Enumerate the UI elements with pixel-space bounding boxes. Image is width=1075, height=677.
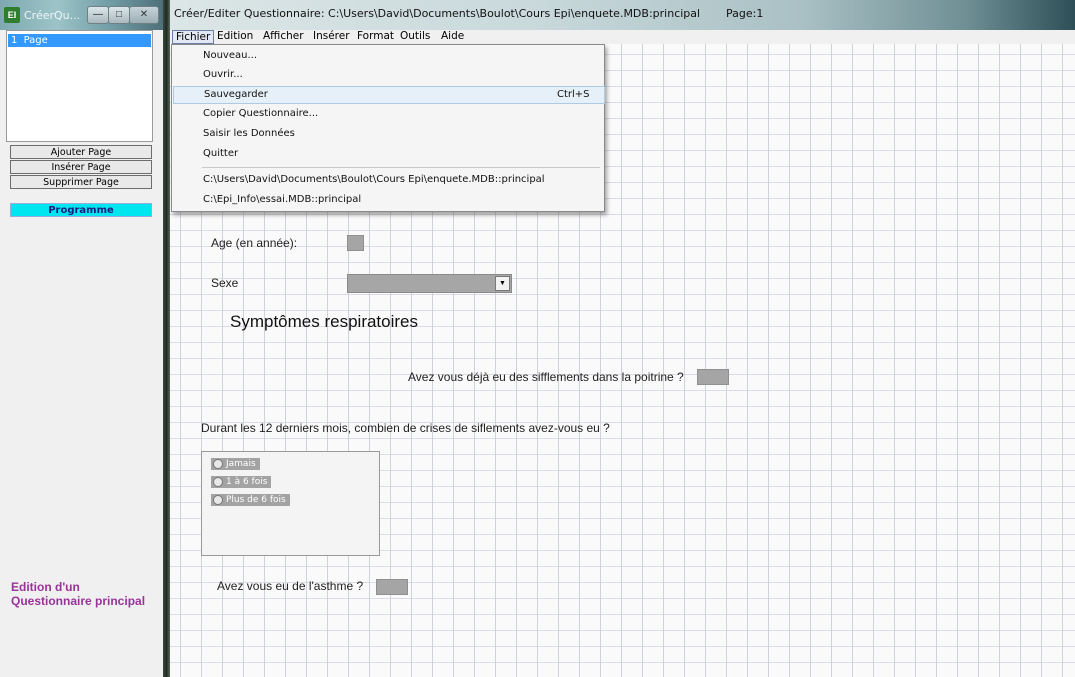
menu-item-sauvegarder[interactable]: Sauvegarder Ctrl+S bbox=[173, 86, 605, 104]
menu-item-label: Sauvegarder bbox=[204, 89, 268, 100]
asthma-question-label: Avez vous eu de l'asthme ? bbox=[217, 579, 364, 593]
menu-item-saisir-donnees[interactable]: Saisir les Données bbox=[173, 125, 603, 143]
menu-bar: Fichier Edition Afficher Insérer Format … bbox=[170, 30, 1075, 44]
add-page-button[interactable]: Ajouter Page bbox=[10, 145, 152, 159]
radio-option-label: Plus de 6 fois bbox=[226, 495, 286, 505]
menu-separator bbox=[202, 167, 600, 168]
radio-option-jamais[interactable]: Jamais bbox=[211, 458, 260, 470]
page-number: 1 bbox=[11, 35, 18, 46]
menu-inserer[interactable]: Insérer bbox=[310, 30, 353, 44]
asthma-field[interactable] bbox=[376, 579, 408, 595]
menu-item-quitter[interactable]: Quitter bbox=[173, 145, 603, 163]
age-field[interactable] bbox=[347, 235, 364, 251]
program-button[interactable]: Programme bbox=[10, 203, 152, 217]
menu-item-label: Saisir les Données bbox=[203, 128, 295, 139]
menu-item-label: Copier Questionnaire... bbox=[203, 108, 319, 119]
radio-circle-icon[interactable] bbox=[213, 477, 223, 487]
crises-radio-group: Jamais 1 à 6 fois Plus de 6 fois bbox=[201, 451, 380, 556]
page-label: Page bbox=[23, 35, 48, 46]
radio-circle-icon[interactable] bbox=[213, 495, 223, 505]
page-indicator: Page:1 bbox=[726, 7, 764, 20]
age-label: Age (en année): bbox=[211, 236, 298, 250]
menu-item-ouvrir[interactable]: Ouvrir... bbox=[173, 66, 603, 84]
window-divider bbox=[163, 0, 170, 677]
menu-item-shortcut: Ctrl+S bbox=[557, 89, 590, 100]
insert-page-button[interactable]: Insérer Page bbox=[10, 160, 152, 174]
chevron-down-icon[interactable]: ▼ bbox=[495, 276, 510, 291]
left-window-title: CréerQu... bbox=[24, 9, 81, 22]
crises-question-label: Durant les 12 derniers mois, combien de … bbox=[201, 421, 610, 435]
menu-aide[interactable]: Aide bbox=[438, 30, 467, 44]
section-title: Symptômes respiratoires bbox=[230, 312, 419, 331]
radio-option-label: 1 à 6 fois bbox=[226, 477, 268, 487]
page-list-window: EI CréerQu... — □ ✕ 1 Page Ajouter Page … bbox=[0, 0, 163, 677]
menu-edition[interactable]: Edition bbox=[214, 30, 256, 44]
main-window-title: Créer/Editer Questionnaire: C:\Users\Dav… bbox=[174, 7, 701, 20]
wheeze-question-label: Avez vous déjà eu des sifflements dans l… bbox=[408, 370, 684, 384]
menu-format[interactable]: Format bbox=[354, 30, 397, 44]
menu-item-label: C:\Epi_Info\essai.MDB::principal bbox=[203, 194, 362, 205]
menu-afficher[interactable]: Afficher bbox=[260, 30, 307, 44]
pages-list[interactable]: 1 Page bbox=[6, 30, 153, 142]
radio-option-1-a-6[interactable]: 1 à 6 fois bbox=[211, 476, 272, 488]
minimize-button[interactable]: — bbox=[87, 6, 109, 24]
radio-option-label: Jamais bbox=[226, 459, 256, 469]
main-window-titlebar[interactable]: Créer/Editer Questionnaire: C:\Users\Dav… bbox=[170, 0, 1075, 30]
fichier-menu-dropdown: Nouveau... Ouvrir... Sauvegarder Ctrl+S … bbox=[171, 44, 605, 212]
menu-item-label: Quitter bbox=[203, 148, 239, 159]
maximize-button[interactable]: □ bbox=[108, 6, 130, 24]
menu-item-recent-file[interactable]: C:\Epi_Info\essai.MDB::principal bbox=[173, 191, 603, 209]
menu-fichier[interactable]: Fichier bbox=[172, 30, 215, 44]
menu-item-label: Ouvrir... bbox=[203, 69, 243, 80]
sexe-dropdown[interactable]: ▼ bbox=[347, 274, 512, 293]
menu-item-recent-file[interactable]: C:\Users\David\Documents\Boulot\Cours Ep… bbox=[173, 171, 603, 189]
radio-option-plus-de-6[interactable]: Plus de 6 fois bbox=[211, 494, 290, 506]
menu-item-nouveau[interactable]: Nouveau... bbox=[173, 47, 603, 65]
pages-list-item[interactable]: 1 Page bbox=[8, 34, 151, 47]
close-button[interactable]: ✕ bbox=[129, 6, 159, 24]
menu-item-label: Nouveau... bbox=[203, 50, 258, 61]
app-icon: EI bbox=[4, 7, 20, 23]
sexe-label: Sexe bbox=[211, 276, 239, 290]
edit-status-text: Edition d'un Questionnaire principal bbox=[11, 580, 146, 608]
radio-circle-icon[interactable] bbox=[213, 459, 223, 469]
left-window-titlebar[interactable]: EI CréerQu... — □ ✕ bbox=[0, 0, 163, 30]
menu-item-label: C:\Users\David\Documents\Boulot\Cours Ep… bbox=[203, 174, 545, 185]
menu-item-copier-questionnaire[interactable]: Copier Questionnaire... bbox=[173, 105, 603, 123]
menu-outils[interactable]: Outils bbox=[397, 30, 433, 44]
wheeze-field[interactable] bbox=[697, 369, 729, 385]
delete-page-button[interactable]: Supprimer Page bbox=[10, 175, 152, 189]
